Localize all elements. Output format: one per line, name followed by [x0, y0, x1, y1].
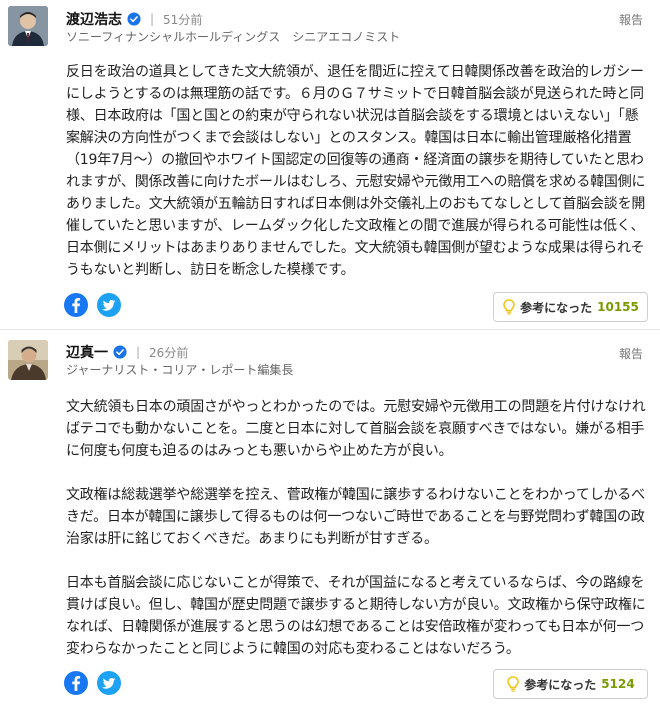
comment: 辺真一 | 26分前 ジャーナリスト・コリア・レポート編集長 報告 文大統領も日… [0, 330, 660, 708]
separator: | [136, 345, 141, 359]
author-affiliation: ジャーナリスト・コリア・レポート編集長 [66, 363, 294, 377]
facebook-icon [72, 298, 81, 313]
share-buttons [64, 671, 121, 695]
comment-paragraph: 文大統領も日本の頑固さがやっとわかったのでは。元慰安婦や元徴用工の問題を片付けな… [66, 399, 646, 459]
helpful-label: 参考になった [520, 300, 593, 315]
facebook-share-button[interactable] [64, 671, 88, 695]
verified-badge-icon [127, 12, 141, 26]
author-row: 渡辺浩志 | 51分前 [66, 9, 202, 29]
helpful-count: 10155 [597, 300, 639, 314]
twitter-icon [101, 300, 116, 311]
lightbulb-icon [503, 299, 515, 315]
separator: | [150, 12, 155, 26]
author-name[interactable]: 渡辺浩志 [66, 9, 122, 29]
helpful-button[interactable]: 参考になった 5124 [493, 669, 648, 699]
comment: 渡辺浩志 | 51分前 ソニーフィナンシャルホールディングス シニアエコノミスト… [0, 0, 660, 330]
helpful-button[interactable]: 参考になった 10155 [493, 292, 648, 322]
avatar[interactable] [8, 6, 48, 46]
helpful-count: 5124 [601, 677, 635, 691]
avatar[interactable] [8, 340, 48, 380]
share-buttons [64, 293, 121, 317]
facebook-share-button[interactable] [64, 293, 88, 317]
twitter-share-button[interactable] [97, 671, 121, 695]
report-link[interactable]: 報告 [619, 345, 643, 362]
timestamp: 51分前 [163, 12, 203, 27]
lightbulb-icon [507, 676, 520, 692]
helpful-label: 参考になった [524, 677, 597, 692]
comment-paragraph: 文政権は総裁選挙や総選挙を控え、菅政権が韓国に譲歩するわけないことをわかってしか… [66, 487, 645, 547]
report-link[interactable]: 報告 [619, 11, 643, 28]
comment-paragraph: 反日を政治の道具としてきた文大統領が、退任を間近に控えて日韓関係改善を政治的レガ… [66, 64, 646, 278]
verified-badge-icon [113, 345, 127, 359]
facebook-icon [72, 676, 81, 691]
author-row: 辺真一 | 26分前 [66, 342, 188, 362]
author-affiliation: ソニーフィナンシャルホールディングス シニアエコノミスト [66, 30, 401, 44]
twitter-share-button[interactable] [97, 293, 121, 317]
timestamp: 26分前 [149, 345, 189, 360]
author-name[interactable]: 辺真一 [66, 342, 108, 362]
comment-paragraph: 日本も首脳会談に応じないことが得策で、それが国益になると考えているならば、今の路… [66, 575, 646, 657]
comment-body: 反日を政治の道具としてきた文大統領が、退任を間近に控えて日韓関係改善を政治的レガ… [66, 61, 650, 281]
comment-body: 文大統領も日本の頑固さがやっとわかったのでは。元慰安婦や元徴用工の問題を片付けな… [66, 396, 650, 660]
twitter-icon [101, 678, 116, 689]
